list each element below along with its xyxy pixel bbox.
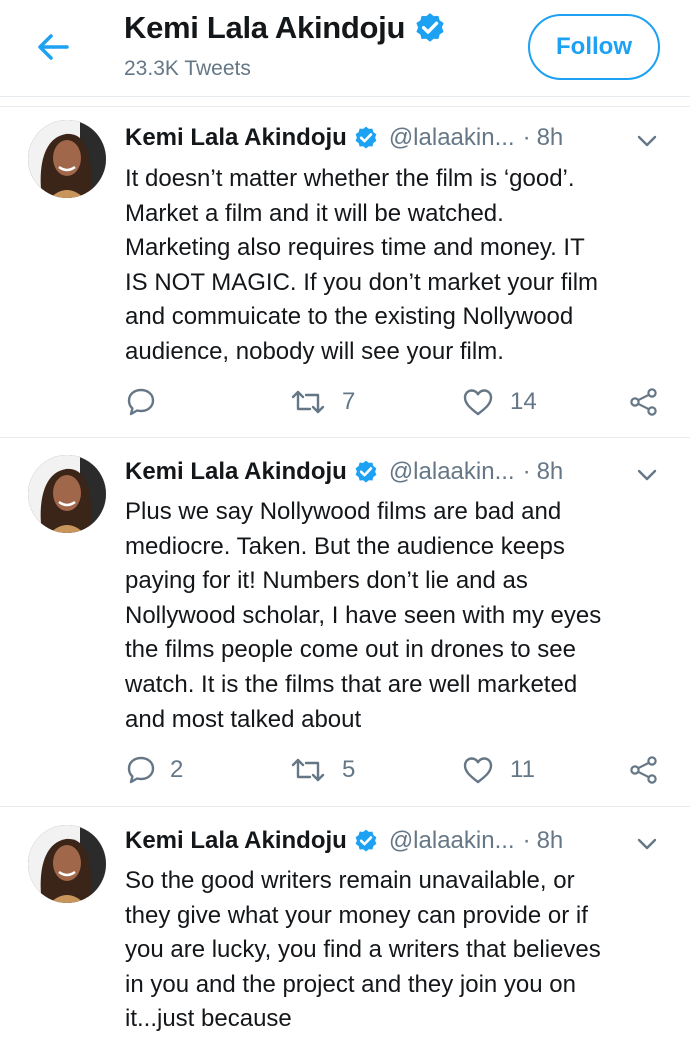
tweet-item[interactable]: Kemi Lala Akindoju @lalaakin... · 8h So … [0, 807, 690, 1049]
share-icon [630, 756, 657, 784]
author-name[interactable]: Kemi Lala Akindoju [125, 124, 347, 152]
share-button[interactable] [628, 755, 660, 785]
like-icon [463, 757, 493, 784]
separator-dot: · [522, 827, 531, 854]
tweet-header: Kemi Lala Akindoju @lalaakin... · 8h [125, 124, 563, 152]
verified-badge-icon [355, 126, 377, 149]
reply-icon [127, 756, 155, 784]
retweet-count: 7 [342, 388, 356, 415]
verified-badge-icon [355, 829, 377, 852]
back-arrow-icon [38, 34, 69, 60]
chevron-down-icon[interactable] [632, 832, 662, 856]
retweet-icon [291, 758, 325, 782]
retweet-button[interactable]: 7 [290, 387, 355, 417]
avatar[interactable] [28, 120, 106, 198]
tweet-text: Plus we say Nollywood films are bad and … [125, 498, 602, 733]
tweet-count: 23.3K Tweets [124, 57, 251, 80]
separator-dot: · [522, 458, 531, 485]
retweet-button[interactable]: 5 [290, 755, 355, 785]
reply-button[interactable]: 2 [126, 755, 183, 785]
header-divider [0, 97, 690, 107]
follow-button[interactable]: Follow [528, 14, 660, 80]
avatar-image [28, 825, 106, 903]
page-title: Kemi Lala Akindoju [124, 10, 406, 45]
author-handle[interactable]: @lalaakin... [389, 124, 515, 152]
tweet-timestamp[interactable]: 8h [537, 124, 564, 152]
author-handle[interactable]: @lalaakin... [389, 458, 515, 486]
avatar-image [28, 120, 106, 198]
tweet-item[interactable]: Kemi Lala Akindoju @lalaakin... · 8h Plu… [0, 438, 690, 807]
tweet-timestamp[interactable]: 8h [537, 827, 564, 855]
like-icon [463, 389, 493, 416]
share-icon [630, 388, 657, 416]
retweet-count: 5 [342, 756, 356, 783]
reply-icon [127, 388, 155, 416]
like-button[interactable]: 14 [462, 387, 537, 417]
tweet-actions: 2 5 11 [0, 751, 690, 791]
author-name[interactable]: Kemi Lala Akindoju [125, 827, 347, 855]
avatar[interactable] [28, 455, 106, 533]
verified-badge-icon [416, 13, 444, 42]
author-handle[interactable]: @lalaakin... [389, 827, 515, 855]
tweet-header: Kemi Lala Akindoju @lalaakin... · 8h [125, 827, 563, 855]
chevron-down-icon[interactable] [632, 129, 662, 153]
tweet-text: So the good writers remain unavailable, … [125, 867, 601, 1033]
author-name[interactable]: Kemi Lala Akindoju [125, 458, 347, 486]
reply-count: 2 [170, 756, 184, 783]
avatar[interactable] [28, 825, 106, 903]
share-button[interactable] [628, 387, 660, 417]
tweet-text: It doesn’t matter whether the film is ‘g… [125, 165, 599, 365]
tweet-item[interactable]: Kemi Lala Akindoju @lalaakin... · 8h It … [0, 107, 690, 438]
tweet-actions: 7 14 [0, 383, 690, 423]
back-button[interactable] [30, 26, 76, 68]
reply-button[interactable] [126, 387, 170, 417]
header-title-row: Kemi Lala Akindoju [124, 10, 447, 46]
like-count: 11 [510, 756, 535, 783]
like-button[interactable]: 11 [462, 755, 535, 785]
separator-dot: · [522, 124, 531, 151]
profile-header: Kemi Lala Akindoju 23.3K Tweets Follow [0, 0, 690, 97]
like-count: 14 [510, 388, 537, 415]
tweet-timestamp[interactable]: 8h [537, 458, 564, 486]
verified-badge-icon [355, 460, 377, 483]
tweet-header: Kemi Lala Akindoju @lalaakin... · 8h [125, 458, 563, 486]
chevron-down-icon[interactable] [632, 463, 662, 487]
retweet-icon [291, 390, 325, 414]
avatar-image [28, 455, 106, 533]
